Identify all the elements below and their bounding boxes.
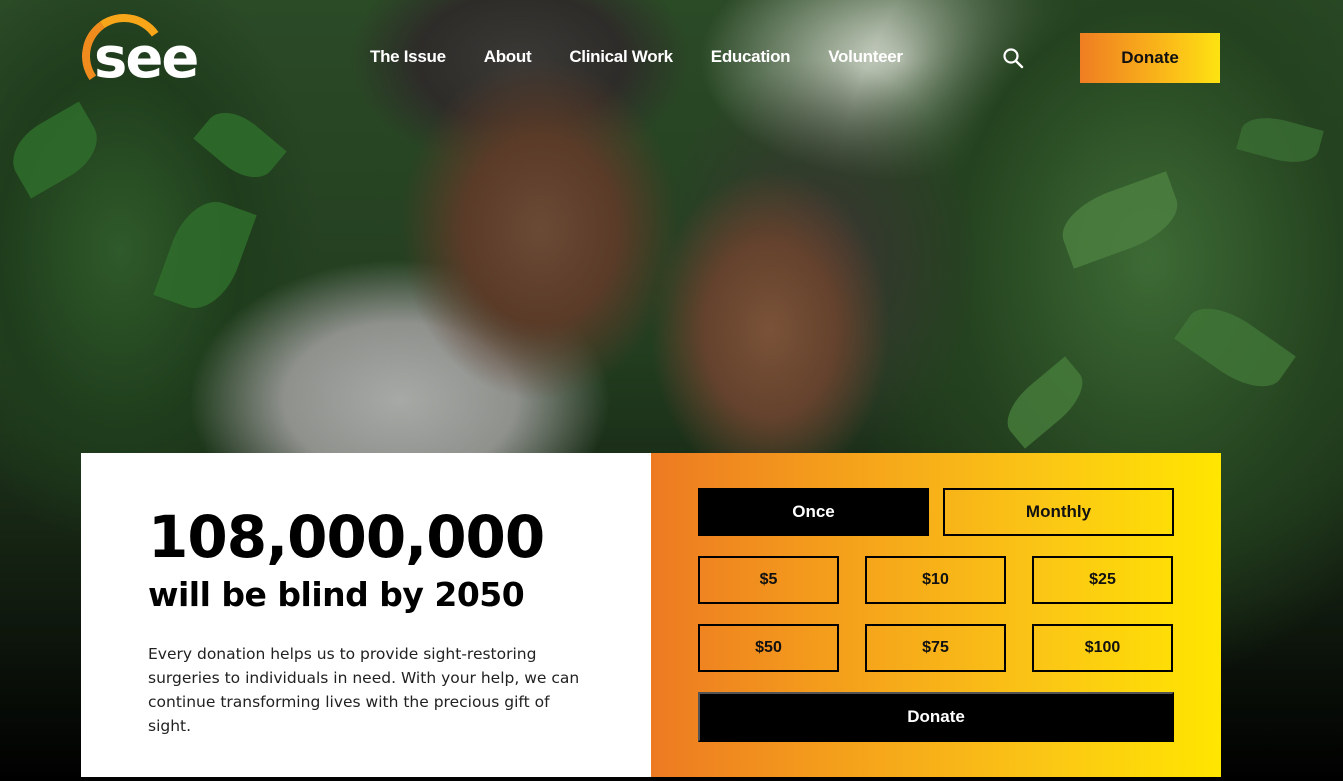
nav-education[interactable]: Education: [711, 47, 791, 67]
impact-number: 108,000,000: [148, 503, 545, 571]
amount-75-button[interactable]: $75: [865, 624, 1006, 672]
site-logo[interactable]: see: [75, 7, 210, 105]
nav-about[interactable]: About: [484, 47, 532, 67]
header-donate-button[interactable]: Donate: [1080, 33, 1220, 83]
leaf-decoration: [1236, 110, 1324, 170]
frequency-once-button[interactable]: Once: [698, 488, 929, 536]
logo-text: see: [94, 26, 199, 91]
leaf-decoration: [1, 101, 109, 199]
leaf-decoration: [1174, 293, 1296, 402]
impact-headline: will be blind by 2050: [148, 575, 525, 614]
leaf-decoration: [153, 191, 257, 319]
amount-10-button[interactable]: $10: [865, 556, 1006, 604]
nav-volunteer[interactable]: Volunteer: [828, 47, 903, 67]
donate-submit-button[interactable]: Donate: [698, 692, 1174, 742]
leaf-decoration: [1053, 171, 1187, 269]
amount-100-button[interactable]: $100: [1032, 624, 1173, 672]
nav-clinical-work[interactable]: Clinical Work: [569, 47, 673, 67]
search-icon[interactable]: [1002, 47, 1024, 69]
leaf-decoration: [193, 100, 287, 190]
impact-description: Every donation helps us to provide sight…: [148, 645, 580, 735]
amount-50-button[interactable]: $50: [698, 624, 839, 672]
frequency-monthly-button[interactable]: Monthly: [943, 488, 1174, 536]
impact-panel: 108,000,000 will be blind by 2050 Every …: [81, 453, 651, 777]
amount-25-button[interactable]: $25: [1032, 556, 1173, 604]
nav-the-issue[interactable]: The Issue: [370, 47, 446, 67]
main-nav: The Issue About Clinical Work Education …: [370, 47, 903, 67]
leaf-decoration: [996, 356, 1094, 449]
amount-5-button[interactable]: $5: [698, 556, 839, 604]
donation-panel: Once Monthly $5 $10 $25 $50 $75 $100 Don…: [651, 453, 1221, 777]
